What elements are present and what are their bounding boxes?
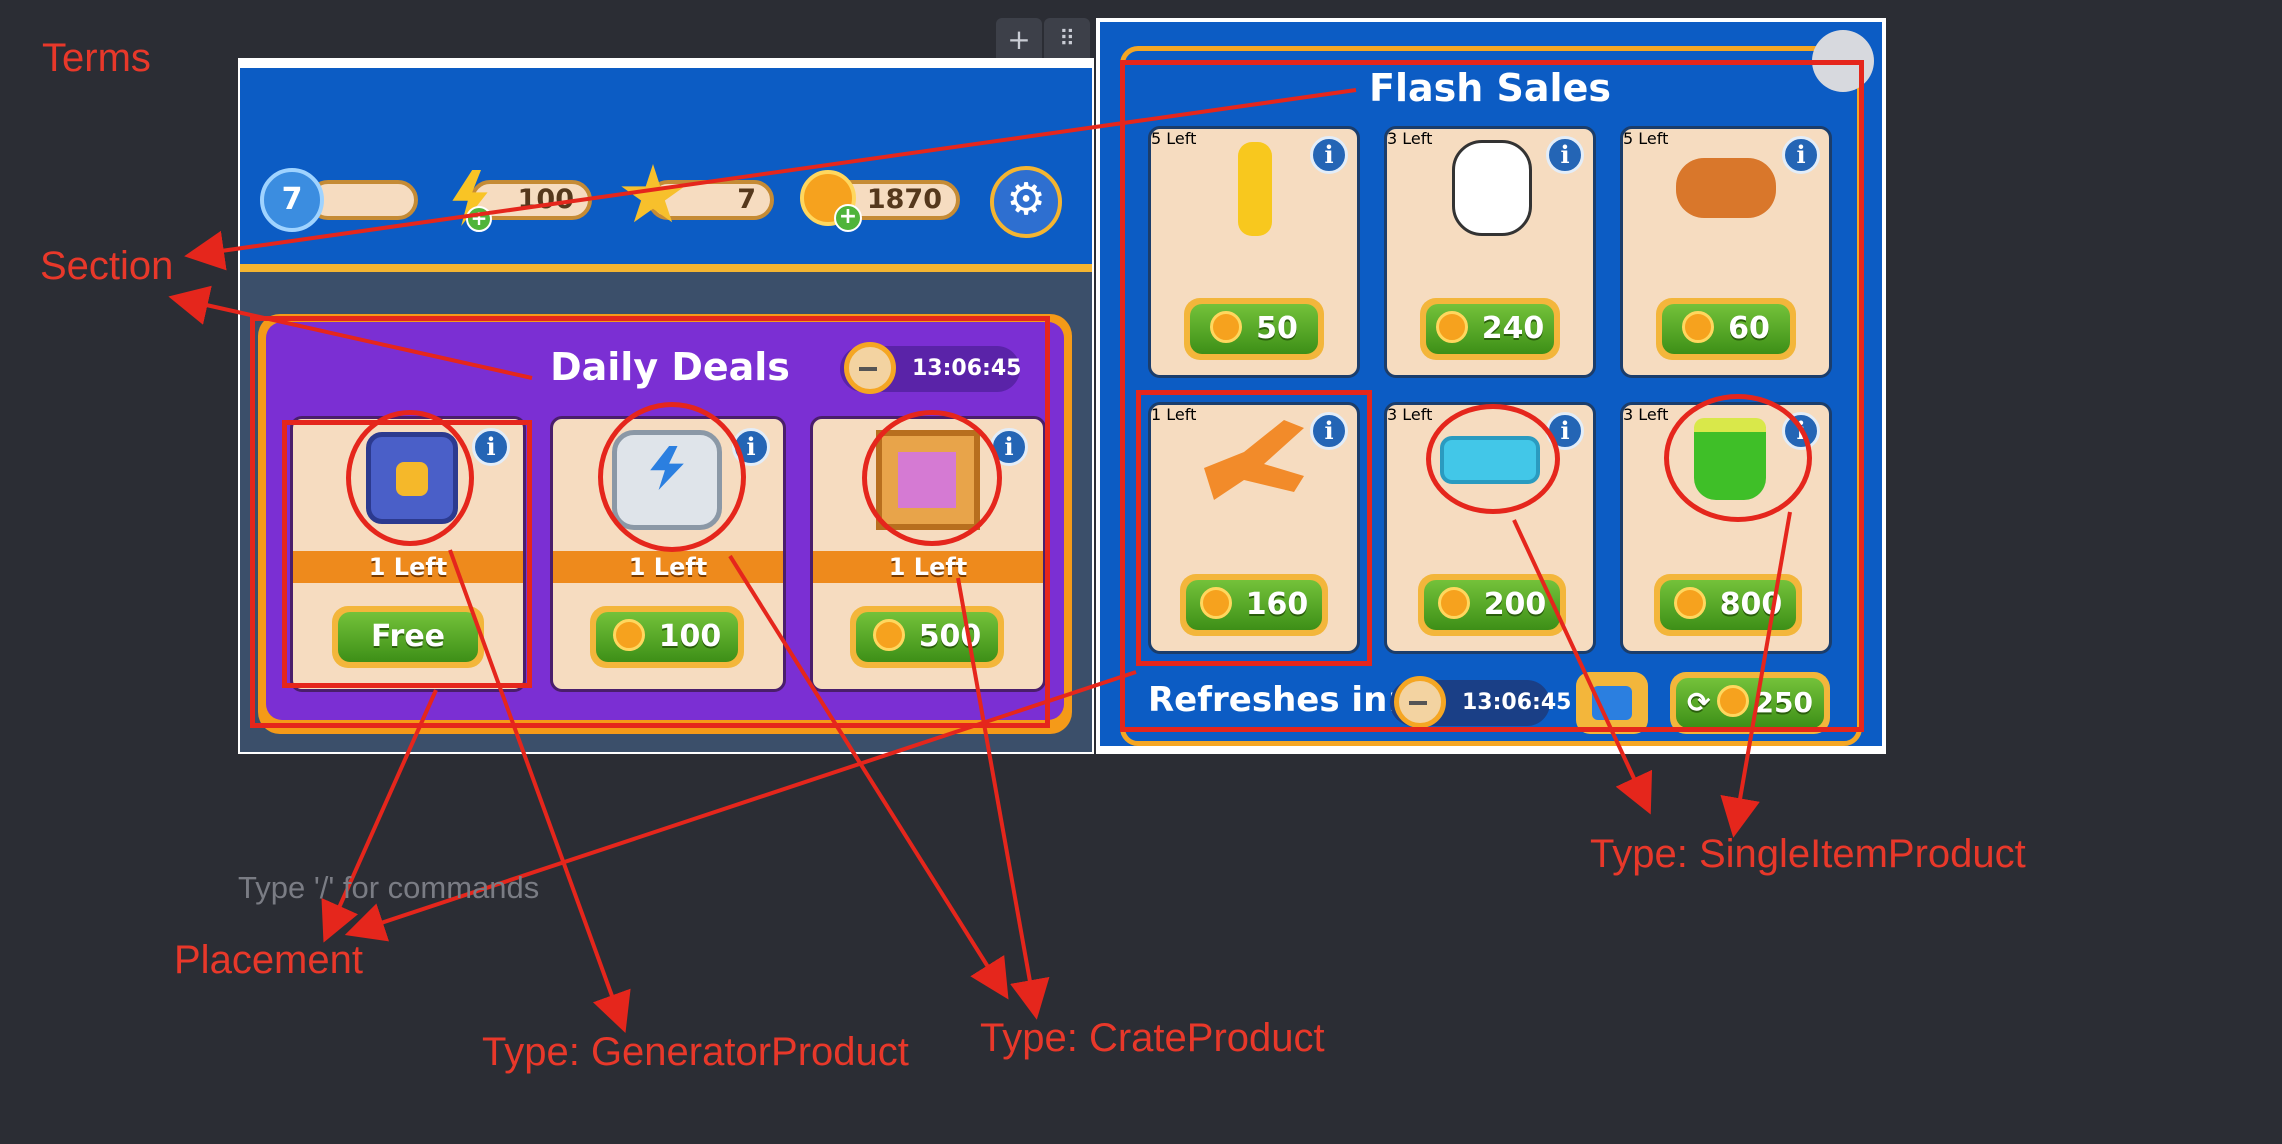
editor-placeholder[interactable]: Type '/' for commands: [238, 870, 539, 906]
arrow-single-a: [1512, 519, 1653, 815]
arrow-section-flash: [184, 88, 1357, 271]
arrow-crate-a: [728, 554, 1009, 1000]
arrow-single-b: [1720, 511, 1792, 838]
arrow-section-daily: [168, 285, 533, 380]
generator-product-label: Type: GeneratorProduct: [482, 1030, 909, 1074]
terms-label: Terms: [42, 36, 151, 80]
section-label: Section: [40, 244, 174, 288]
single-item-product-label: Type: SingleItemProduct: [1590, 832, 2026, 876]
crate-product-label: Type: CrateProduct: [980, 1016, 1325, 1060]
arrow-generator: [448, 549, 631, 1034]
placement-label: Placement: [174, 938, 363, 982]
